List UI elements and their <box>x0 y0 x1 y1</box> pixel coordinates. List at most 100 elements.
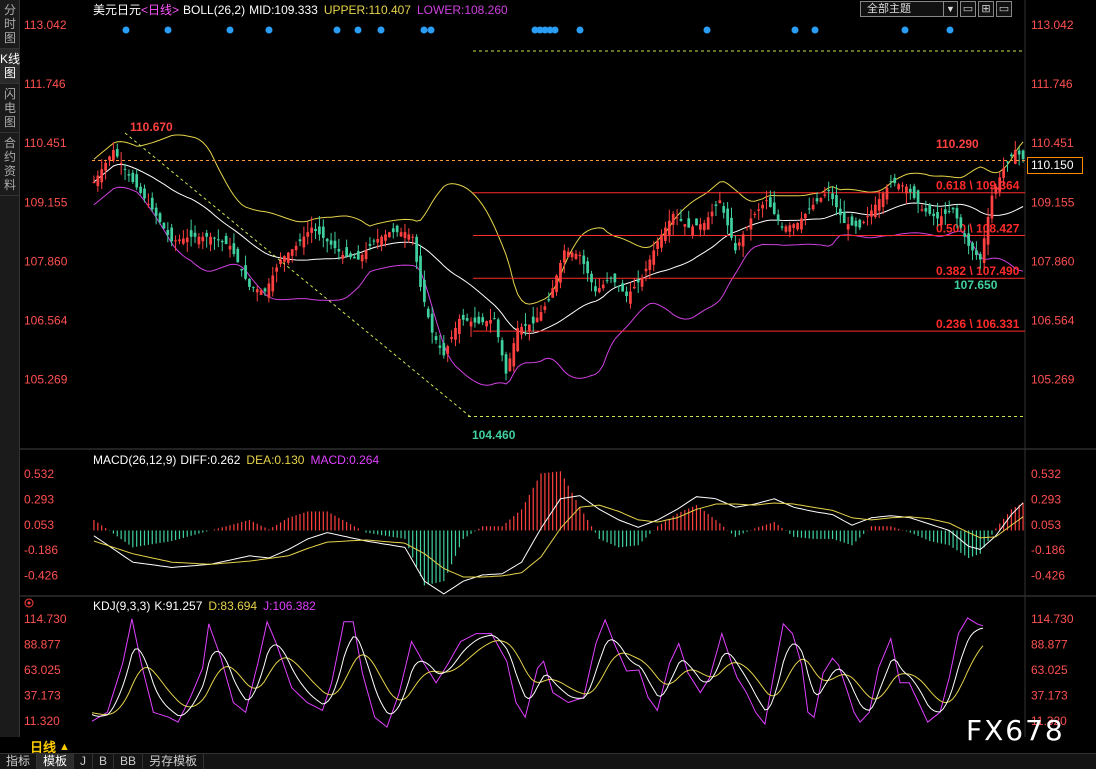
candle-body <box>271 275 275 292</box>
candle-body <box>345 247 348 257</box>
macd-ytick-right: 0.293 <box>1031 493 1061 507</box>
kdj-d-line <box>91 640 984 715</box>
candle-body <box>601 284 605 289</box>
kdj-j: J:106.382 <box>263 599 316 613</box>
candle-body <box>189 230 193 237</box>
candle-body <box>761 204 764 209</box>
candle-body <box>784 226 788 232</box>
candle-body <box>629 291 632 304</box>
candle-body <box>512 343 516 367</box>
minimize-button[interactable]: ▭ <box>960 1 976 17</box>
candle-body <box>298 239 302 242</box>
price-ytick-right: 105.269 <box>1031 373 1075 387</box>
tab-bb[interactable]: BB <box>114 754 144 769</box>
candle-body <box>1017 150 1021 155</box>
candle-body <box>963 233 967 237</box>
low-label: 104.460 <box>472 428 516 442</box>
candle-body <box>461 314 465 320</box>
candle-body <box>955 208 959 219</box>
kdj-k: K:91.257 <box>154 599 202 613</box>
candle-body <box>465 318 469 321</box>
candle-body <box>951 207 955 210</box>
candle-body <box>660 234 663 248</box>
candle-body <box>500 340 504 356</box>
candle-body <box>936 211 939 219</box>
candle-body <box>667 220 671 236</box>
price-ytick-left: 106.564 <box>24 313 68 327</box>
signal-dot <box>791 26 799 34</box>
candle-body <box>294 245 298 251</box>
candle-body <box>220 240 224 243</box>
price-ytick-right: 110.451 <box>1031 136 1074 150</box>
macd-ytick-right: 0.053 <box>1031 518 1061 532</box>
candle-body <box>947 211 951 213</box>
macd-ytick-right: -0.426 <box>1031 568 1065 582</box>
candle-body <box>648 259 652 271</box>
tab-j[interactable]: J <box>74 754 94 769</box>
candle-body <box>434 336 438 341</box>
candle-body <box>702 223 706 231</box>
period-name: <日线> <box>141 3 179 17</box>
candle-body <box>800 218 803 230</box>
topic-select[interactable]: 全部主题 ▼ <box>860 1 958 17</box>
layout-button[interactable]: ⊞ <box>978 1 994 17</box>
candle-body <box>283 256 286 262</box>
candle-body <box>454 327 457 340</box>
candle-body <box>430 313 434 333</box>
candle-body <box>551 288 555 298</box>
candle-body <box>143 188 146 199</box>
candle-body <box>807 208 811 210</box>
chart-area[interactable]: 0.618 \ 109.364 0.500 \ 108.427 0.382 \ 10… <box>0 0 1096 737</box>
candle-body <box>877 199 881 211</box>
candle-body <box>508 358 512 372</box>
candle-body <box>706 217 710 230</box>
candle-body <box>982 238 986 263</box>
tab-save-template[interactable]: 另存模板 <box>143 754 205 769</box>
fib-label: 0.500 \ 108.427 <box>936 221 1020 235</box>
candle-body <box>578 254 582 256</box>
candle-body <box>415 236 418 262</box>
kdj-d: D:83.694 <box>208 599 257 613</box>
candle-body <box>349 253 352 258</box>
candle-body <box>527 324 531 332</box>
boll-lower: LOWER:108.260 <box>417 3 508 17</box>
candle-body <box>885 187 889 200</box>
candle-body <box>547 299 551 301</box>
candle-body <box>940 216 943 225</box>
candle-body <box>185 237 189 243</box>
candle-body <box>632 286 636 289</box>
candle-body <box>240 268 244 271</box>
candle-body <box>411 236 415 238</box>
candle-body <box>108 156 111 161</box>
candle-body <box>423 279 426 303</box>
signal-dot <box>427 26 435 34</box>
candle-body <box>586 261 590 274</box>
signal-dot <box>333 26 341 34</box>
macd-ytick-left: 0.293 <box>24 493 54 507</box>
x-tick-label: 2019/07 <box>270 735 314 737</box>
candle-body <box>924 208 928 212</box>
candle-body <box>244 265 247 279</box>
candle-body <box>139 186 142 193</box>
candle-body <box>193 232 197 237</box>
candle-body <box>819 197 823 202</box>
tab-indicator[interactable]: 指标 <box>0 754 38 769</box>
signal-dot <box>354 26 362 34</box>
kdj-ytick-left: 11.320 <box>24 714 60 728</box>
candle-body <box>170 227 174 242</box>
candle-body <box>710 211 714 217</box>
candle-body <box>994 186 998 194</box>
candle-body <box>259 290 263 295</box>
bottom-tab-bar: 指标 模板 J B BB 另存模板 <box>0 753 1096 769</box>
candle-body <box>908 188 912 193</box>
candle-body <box>745 226 749 228</box>
settings-icon[interactable] <box>24 598 34 608</box>
candle-body <box>803 213 807 219</box>
tab-b[interactable]: B <box>93 754 115 769</box>
maximize-button[interactable]: ▭ <box>996 1 1012 17</box>
candle-body <box>104 162 107 171</box>
macd-diff: DIFF:0.262 <box>180 453 240 467</box>
candle-body <box>916 190 920 204</box>
kdj-j-line <box>91 617 984 728</box>
tab-template[interactable]: 模板 <box>37 754 75 769</box>
